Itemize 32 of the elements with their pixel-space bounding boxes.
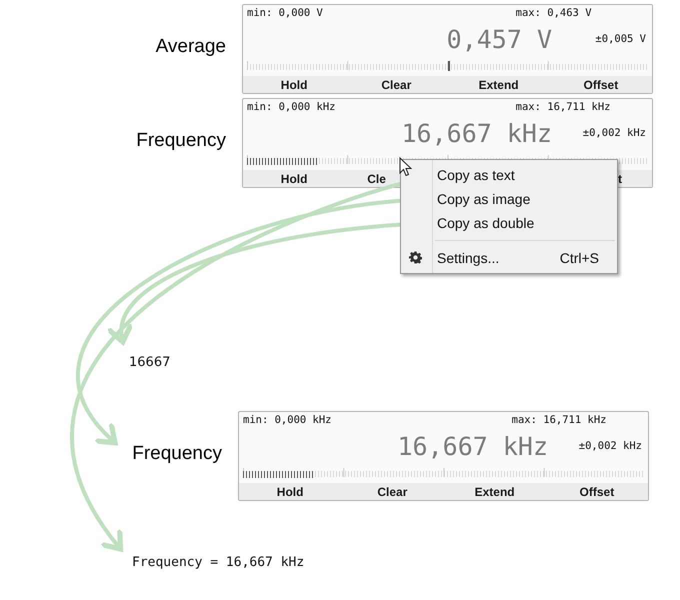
menu-item[interactable]: Copy as double (401, 211, 617, 235)
min-reading: min: 0,000 kHz (247, 101, 337, 115)
measured-value: 0,457 V (446, 24, 553, 54)
cursor-icon (399, 157, 413, 177)
meter-label: Frequency (136, 130, 226, 152)
max-reading: max: 16,711 kHz (512, 414, 608, 428)
meter-button[interactable]: Clear (345, 76, 448, 93)
meter-button[interactable]: Offset (550, 76, 652, 93)
measured-value: 16,667 kHz (396, 432, 549, 461)
tolerance-reading: ±0,005 V (594, 33, 647, 46)
settings-icon (409, 251, 422, 264)
meter-button[interactable]: Hold (239, 483, 342, 500)
meter-button[interactable]: Extend (448, 76, 550, 93)
min-reading: min: 0,000 kHz (243, 414, 333, 428)
min-reading: min: 0,000 V (247, 7, 324, 21)
meter-label: Frequency (132, 443, 222, 465)
pasted-text: Frequency = 16,667 kHz (132, 555, 304, 570)
meter-button[interactable]: Clear (341, 483, 444, 500)
tolerance-reading: ±0,002 kHz (578, 440, 643, 452)
meter-button[interactable]: t (550, 170, 652, 187)
meter-button[interactable]: Extend (444, 483, 546, 500)
measured-value: 16,667 kHz (400, 118, 553, 148)
meter-button[interactable]: Hold (243, 170, 346, 187)
menu-item[interactable]: Settings... Ctrl+S (401, 246, 617, 270)
meter-button[interactable]: Offset (546, 483, 648, 500)
pasted-text: 16667 (129, 355, 170, 370)
max-reading: max: 16,711 kHz (516, 101, 612, 115)
menu-item[interactable]: Copy as image (401, 187, 617, 211)
meter-label: Average (156, 36, 226, 58)
max-reading: max: 0,463 V (516, 7, 593, 21)
tolerance-reading: ±0,002 kHz (582, 127, 647, 140)
meter-button[interactable]: Hold (243, 76, 346, 93)
